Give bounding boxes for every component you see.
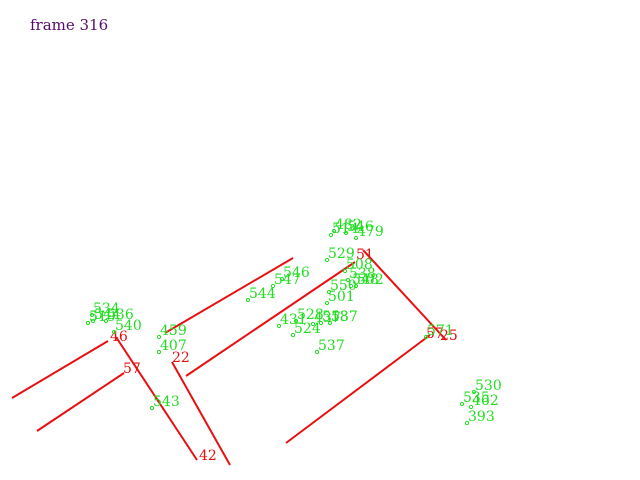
track-segment — [285, 334, 431, 444]
point-label: 407 — [160, 338, 187, 354]
segment-label: 42 — [199, 448, 217, 464]
point-label: 540 — [115, 318, 142, 334]
point-label: 479 — [357, 224, 384, 240]
tracking-overlay: 46574222512557534519544536540 45940754354… — [11, 217, 502, 466]
track-segment — [36, 372, 125, 432]
point-label: 543 — [153, 394, 180, 410]
point-label: 462 — [472, 393, 499, 409]
point-label: 547 — [274, 272, 301, 288]
point-label: 459 — [160, 323, 187, 339]
point-label: 537 — [331, 309, 358, 325]
point-label: 502 — [357, 272, 384, 288]
point-label: 537 — [318, 338, 345, 354]
point-label: 544 — [249, 286, 276, 302]
point-label: 571 — [427, 323, 454, 339]
point-label: 393 — [468, 409, 495, 425]
track-segment — [11, 340, 109, 399]
point-label: 501 — [328, 289, 355, 305]
plot-canvas: frame 316 46 57 42 22 51 25 57 534 519 544 536 540 4… — [0, 0, 640, 480]
